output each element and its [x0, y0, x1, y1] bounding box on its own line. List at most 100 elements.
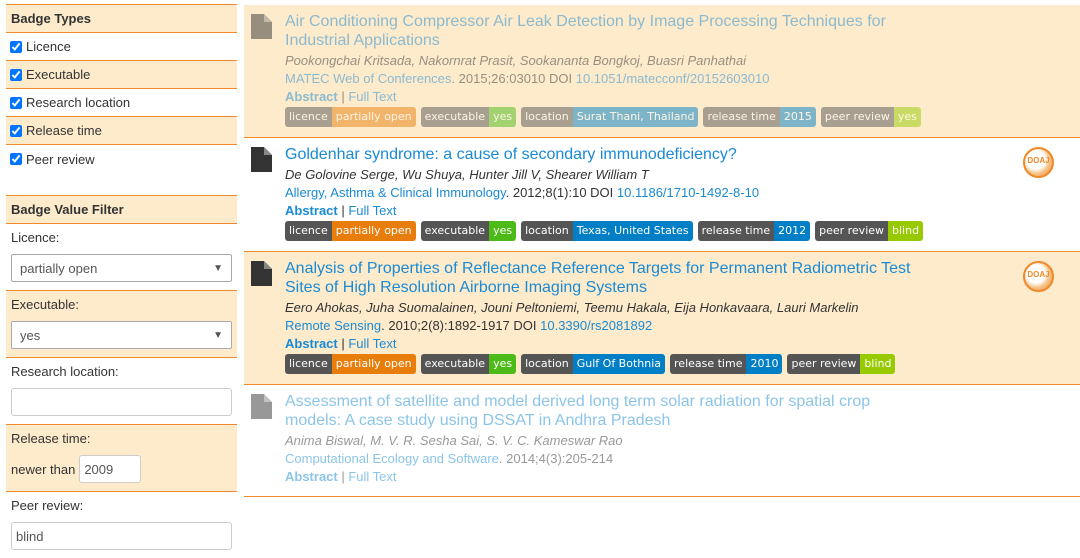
badge-value: yes	[893, 107, 921, 127]
full-text-link[interactable]: Full Text	[348, 89, 396, 104]
badge-key: licence	[285, 107, 332, 127]
result-citation: Computational Ecology and Software. 2014…	[285, 450, 1070, 468]
checkbox[interactable]	[10, 40, 22, 53]
abstract-link[interactable]: Abstract	[285, 336, 338, 351]
document-icon	[251, 147, 272, 172]
result-title-link[interactable]: Assessment of satellite and model derive…	[285, 392, 925, 430]
badge-licence: licence partially open	[285, 354, 416, 374]
badge-release-time: release time 2012	[697, 221, 811, 241]
checkbox-label: Licence	[26, 39, 71, 54]
badge-types-header: Badge Types	[6, 4, 237, 33]
release-label: Release time:	[11, 431, 91, 446]
checkbox-label: Peer review	[26, 151, 95, 167]
badge-value: yes	[489, 221, 517, 241]
document-icon	[251, 394, 272, 419]
executable-filter: Executable: yes ▼	[6, 291, 237, 358]
journal-link[interactable]: Allergy, Asthma & Clinical Immunology	[285, 185, 506, 200]
checkbox[interactable]	[10, 153, 22, 165]
badge-key: peer review	[820, 107, 894, 127]
full-text-link[interactable]: Full Text	[348, 336, 396, 351]
executable-select[interactable]: yes ▼	[11, 321, 232, 349]
badge-type-research-location[interactable]: Research location	[6, 89, 237, 117]
abstract-link[interactable]: Abstract	[285, 469, 338, 484]
badge-value: yes	[489, 107, 517, 127]
citation-text: . 2014;4(3):205-214	[498, 451, 614, 466]
badge-executable: executable yes	[420, 221, 517, 241]
badge-list: licence partially open executable yes locati…	[285, 354, 1070, 374]
checkbox[interactable]	[10, 124, 22, 137]
citation-text: . 2012;8(1):10 DOI	[505, 185, 617, 200]
dropdown-arrow-icon: ▼	[213, 262, 223, 274]
badge-peer-review: peer review yes	[820, 107, 921, 127]
badge-value: partially open	[331, 221, 416, 241]
result-citation: MATEC Web of Conferences. 2015;26:03010 …	[285, 70, 1070, 88]
checkbox-label: Executable	[26, 67, 91, 82]
badge-key: location	[521, 354, 573, 374]
badge-value: blind	[860, 354, 896, 374]
badge-value: 2012	[774, 221, 811, 241]
full-text-link[interactable]: Full Text	[348, 203, 396, 218]
result-citation: Allergy, Asthma & Clinical Immunology. 2…	[285, 184, 1070, 202]
badge-value: Texas, United States	[572, 221, 693, 241]
result-citation: Remote Sensing. 2010;2(8):1892-1917 DOI …	[285, 317, 1070, 335]
badge-key: release time	[697, 221, 775, 241]
badge-peer-review: peer review blind	[815, 221, 924, 241]
badge-type-peer-review[interactable]: Peer review	[6, 145, 237, 173]
badge-release-time: release time 2010	[670, 354, 783, 374]
licence-filter: Licence: partially open ▼	[6, 224, 237, 291]
newer-than-label: newer than	[11, 461, 76, 477]
doaj-seal-icon: DOAJ	[1023, 261, 1054, 292]
badge-location: location Gulf Of Bothnia	[521, 354, 666, 374]
result-authors: Eero Ahokas, Juha Suomalainen, Jouni Pel…	[285, 300, 859, 315]
journal-link[interactable]: Computational Ecology and Software	[285, 451, 499, 466]
peer-review-input[interactable]: blind	[11, 522, 232, 550]
badge-value: 2015	[779, 107, 816, 127]
result-title-link[interactable]: Analysis of Properties of Reflectance Re…	[285, 259, 925, 297]
result-title-link[interactable]: Air Conditioning Compressor Air Leak Det…	[285, 12, 925, 50]
badge-key: executable	[420, 107, 490, 127]
result-item: Air Conditioning Compressor Air Leak Det…	[244, 5, 1080, 138]
badge-key: location	[521, 107, 573, 127]
badge-key: licence	[285, 354, 332, 374]
document-icon	[251, 14, 272, 39]
citation-text: . 2015;26:03010 DOI	[451, 71, 576, 86]
badge-value: yes	[489, 354, 517, 374]
abstract-link[interactable]: Abstract	[285, 89, 338, 104]
journal-link[interactable]: Remote Sensing	[285, 318, 381, 333]
badge-list: licence partially open executable yes locati…	[285, 221, 1070, 241]
result-authors: Pookongchai Kritsada, Nakornrat Prasit, …	[285, 53, 747, 68]
badge-value: Surat Thani, Thailand	[572, 107, 699, 127]
badge-type-executable[interactable]: Executable	[6, 61, 237, 89]
sidebar: Badge Types Licence Executable Research lo…	[6, 4, 237, 558]
doi-link[interactable]: 10.1051/matecconf/20152603010	[576, 71, 770, 86]
doi-link[interactable]: 10.1186/1710-1492-8-10	[617, 185, 759, 200]
checkbox[interactable]	[10, 68, 22, 81]
badge-key: release time	[703, 107, 780, 127]
executable-value: yes	[20, 327, 41, 343]
results-list: Air Conditioning Compressor Air Leak Det…	[244, 5, 1080, 497]
badge-value: Gulf Of Bothnia	[572, 354, 666, 374]
badge-key: executable	[420, 221, 490, 241]
release-year-input[interactable]: 2009	[79, 455, 142, 483]
journal-link[interactable]: MATEC Web of Conferences	[285, 71, 451, 86]
document-icon	[251, 261, 272, 286]
abstract-link[interactable]: Abstract	[285, 203, 338, 218]
dropdown-arrow-icon: ▼	[213, 329, 223, 341]
badge-value: blind	[888, 221, 924, 241]
citation-text: . 2010;2(8):1892-1917 DOI	[381, 318, 541, 333]
badge-release-time: release time 2015	[703, 107, 816, 127]
badge-executable: executable yes	[420, 354, 517, 374]
doi-link[interactable]: 10.3390/rs2081892	[540, 318, 652, 333]
checkbox[interactable]	[10, 96, 22, 109]
badge-licence: licence partially open	[285, 221, 416, 241]
result-item: Analysis of Properties of Reflectance Re…	[244, 252, 1080, 385]
licence-select[interactable]: partially open ▼	[11, 254, 232, 282]
doaj-seal-icon: DOAJ	[1023, 147, 1054, 178]
badge-type-licence[interactable]: Licence	[6, 33, 237, 61]
result-title-link[interactable]: Goldenhar syndrome: a cause of secondary…	[285, 145, 925, 164]
badge-value: 2010	[746, 354, 783, 374]
full-text-link[interactable]: Full Text	[348, 469, 396, 484]
badge-type-release-time[interactable]: Release time	[6, 117, 237, 145]
badge-key: peer review	[815, 221, 889, 241]
location-input[interactable]	[11, 388, 232, 416]
